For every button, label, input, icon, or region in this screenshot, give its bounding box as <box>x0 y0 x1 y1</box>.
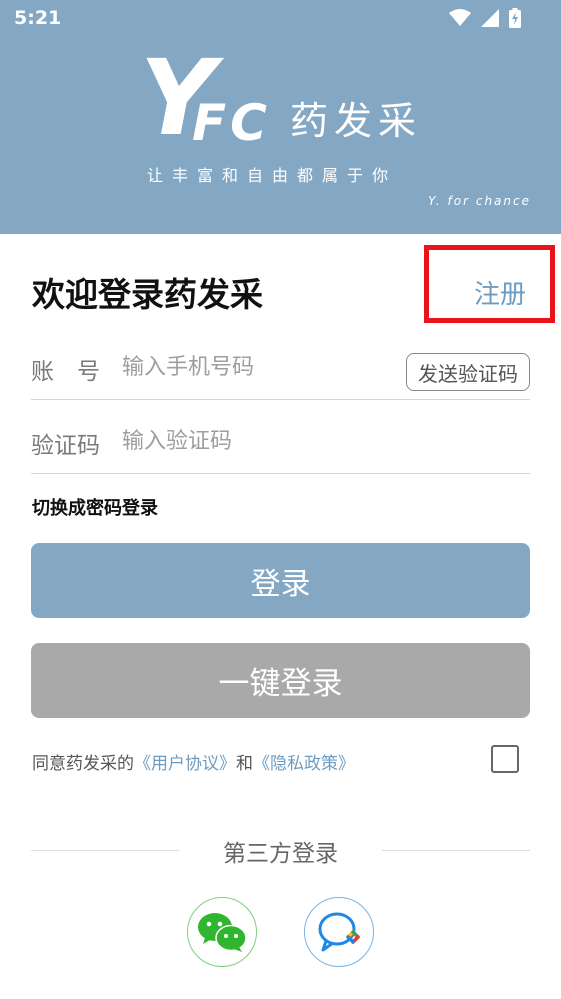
divider-right <box>382 850 530 851</box>
login-button[interactable]: 登录 <box>31 543 530 618</box>
status-time: 5:21 <box>14 7 62 29</box>
logo: Y FC 药发采 <box>140 46 440 152</box>
privacy-policy-link[interactable]: 《隐私政策》 <box>253 754 355 774</box>
agreement-text: 同意药发采的《用户协议》和《隐私政策》 <box>32 749 355 774</box>
app-header: 5:21 Y FC 药发采 让丰富和自由都属于你 Y. for chance <box>0 0 561 234</box>
third-party-title: 第三方登录 <box>223 841 338 867</box>
agreement-checkbox[interactable] <box>491 745 519 773</box>
wechat-icon <box>198 913 247 952</box>
code-field: 验证码 <box>31 410 530 474</box>
chat-login-button[interactable] <box>304 897 374 967</box>
status-icons <box>449 8 521 28</box>
account-field: 账 号 发送验证码 <box>31 336 530 400</box>
one-key-login-button[interactable]: 一键登录 <box>31 643 530 718</box>
wechat-login-button[interactable] <box>187 897 257 967</box>
agreement-conjunction: 和 <box>236 754 253 774</box>
switch-to-password-login[interactable]: 切换成密码登录 <box>32 494 158 520</box>
user-agreement-link[interactable]: 《用户协议》 <box>134 754 236 774</box>
status-bar: 5:21 <box>0 0 561 40</box>
send-code-button[interactable]: 发送验证码 <box>406 353 530 391</box>
code-input[interactable] <box>122 424 382 458</box>
signal-icon <box>481 9 499 27</box>
chat-bubble-icon <box>318 912 360 952</box>
page-title: 欢迎登录药发采 <box>32 275 263 314</box>
phone-input[interactable] <box>122 350 382 384</box>
register-link[interactable]: 注册 <box>474 274 526 311</box>
code-label: 验证码 <box>31 433 100 459</box>
agreement-prefix: 同意药发采的 <box>32 754 134 774</box>
logo-fc: FC <box>192 94 271 152</box>
wifi-icon <box>449 9 471 26</box>
slogan: 让丰富和自由都属于你 <box>147 166 398 185</box>
battery-charging-icon <box>509 8 521 28</box>
tagline: Y. for chance <box>428 194 531 208</box>
third-party-divider: 第三方登录 <box>31 834 530 867</box>
account-label: 账 号 <box>31 359 100 385</box>
logo-brand-name: 药发采 <box>290 99 423 143</box>
